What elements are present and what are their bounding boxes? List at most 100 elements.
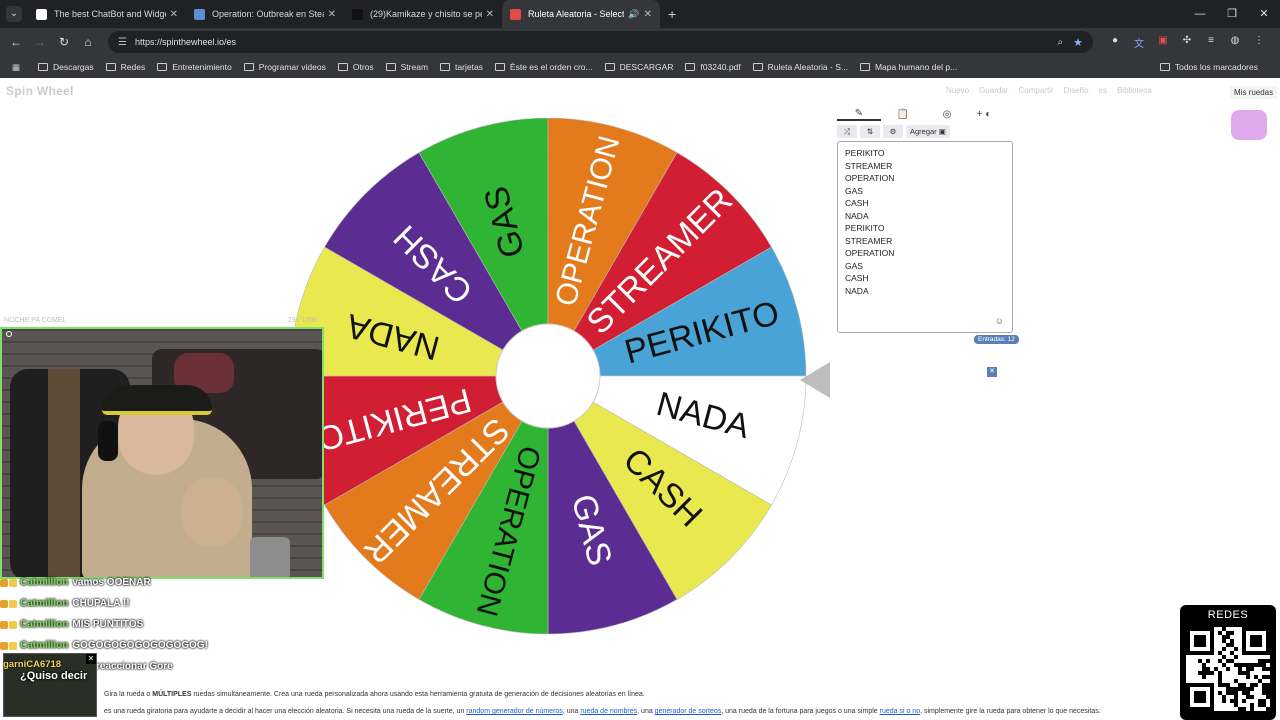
wheel-center-hub[interactable] [495, 323, 601, 429]
menu-item-3[interactable]: Diseño [1064, 86, 1089, 95]
tab-close-icon[interactable]: ✕ [170, 9, 178, 20]
site-logo[interactable]: Spin Wheel [6, 84, 74, 98]
mascot-image [1231, 110, 1267, 140]
qr-module [1202, 671, 1206, 675]
tab-3[interactable]: Ruleta Aleatoria - Selector F🔊 ✕ [502, 0, 660, 28]
bookmark-0[interactable]: Descargas [38, 62, 94, 72]
menu-item-0[interactable]: Nuevo [946, 86, 969, 95]
close-window-icon[interactable]: ✕ [1248, 0, 1280, 28]
address-bar[interactable]: ☰ https://spinthewheel.io/es ⌕ ★ [108, 31, 1093, 53]
tab-close-icon[interactable]: ✕ [328, 9, 336, 20]
my-wheels-button[interactable]: Mis ruedas [1230, 86, 1278, 99]
bookmark-10[interactable]: Ruleta Aleatoria - S... [752, 62, 848, 72]
tab-close-icon[interactable]: ✕ [644, 9, 652, 20]
chat-text: GOGOGOGOGOGOGOGOG! [72, 640, 208, 651]
qr-module [1230, 651, 1234, 655]
bookmark-3[interactable]: Programar videos [243, 62, 326, 72]
site-info-icon[interactable]: ☰ [118, 37, 127, 48]
menu-kebab-icon[interactable]: ⋮ [1247, 35, 1271, 50]
qr-module [1246, 663, 1250, 667]
tab-favicon-icon [510, 8, 521, 20]
bookmark-8[interactable]: DESCARGAR [604, 62, 673, 72]
bookmark-1[interactable]: Redes [105, 62, 145, 72]
bookmark-9[interactable]: f03240.pdf [685, 62, 741, 72]
bookmark-2[interactable]: Entretenimiento [157, 62, 232, 72]
results-tab-clipboard-icon[interactable]: 📋 [881, 109, 925, 120]
home-icon[interactable]: ⌂ [76, 35, 100, 49]
folder-icon [105, 63, 116, 71]
tab-1[interactable]: Operation: Outbreak en Steam ✕ [186, 0, 344, 28]
chat-user: Catmillion [20, 640, 69, 651]
link-yes-no-wheel[interactable]: rueda si o no [880, 708, 920, 715]
bookmark-6[interactable]: tarjetas [440, 62, 483, 72]
close-icon[interactable]: ✕ [987, 367, 997, 377]
zoom-icon[interactable]: ⌕ [1058, 37, 1064, 48]
folder-icon [752, 63, 763, 71]
spin-wheel[interactable]: PERIKITONADACASHGASOPERATIONSTREAMERPERI… [290, 118, 820, 648]
qr-module [1234, 647, 1238, 651]
edit-tab-pencil-icon[interactable]: ✎ [837, 108, 881, 121]
extension-icon-2[interactable]: ▣ [1151, 35, 1175, 50]
qr-module [1230, 631, 1234, 635]
qr-module [1266, 707, 1270, 711]
link-number-generator[interactable]: random generador de números [466, 708, 563, 715]
qr-module [1246, 667, 1250, 671]
add-wheel-icon[interactable]: + ◐ [969, 109, 999, 120]
qr-module [1258, 699, 1262, 703]
qr-module [1246, 675, 1250, 679]
qr-module [1210, 671, 1214, 675]
qr-module [1218, 675, 1222, 679]
translate-icon[interactable]: 文 [1127, 35, 1151, 50]
menu-item-1[interactable]: Guardar [979, 86, 1008, 95]
forward-icon[interactable]: → [28, 35, 52, 49]
link-raffle-generator[interactable]: generador de sorteos [655, 708, 722, 715]
all-bookmarks[interactable]: Todos los marcadores [1159, 56, 1258, 78]
qr-module [1202, 667, 1206, 671]
qr-module [1222, 647, 1226, 651]
bookmark-5[interactable]: Stream [385, 62, 429, 72]
menu-item-5[interactable]: Biblioteca [1117, 86, 1152, 95]
profile-icon[interactable]: ◍ [1223, 35, 1247, 50]
qr-module [1226, 683, 1230, 687]
tab-2[interactable]: (29)Kamikaze y chisito se pelea ✕ [344, 0, 502, 28]
extensions-puzzle-icon[interactable]: ✣ [1175, 35, 1199, 50]
audio-icon[interactable]: 🔊 [628, 9, 639, 20]
qr-module [1262, 703, 1266, 707]
entries-textarea[interactable]: PERIKITO STREAMER OPERATION GAS CASH NADA PERI… [837, 141, 1013, 333]
chat-user: Catmillion [20, 577, 69, 588]
entry-line: PERIKITO [845, 223, 885, 233]
entry-line: PERIKITO [845, 148, 885, 158]
bookmark-star-icon[interactable]: ★ [1073, 36, 1083, 49]
extension-icon-1[interactable]: ● [1103, 35, 1127, 50]
menu-item-2[interactable]: Compartir [1018, 86, 1053, 95]
sort-icon[interactable]: ⇅ [860, 125, 880, 138]
minimize-icon[interactable]: — [1184, 0, 1216, 28]
bookmark-7[interactable]: Éste es el orden cro... [494, 62, 593, 72]
qr-module [1258, 663, 1262, 667]
bookmark-11[interactable]: Mapa humano del p... [859, 62, 957, 72]
bookmark-label: Stream [400, 62, 429, 72]
reload-icon[interactable]: ↻ [52, 35, 76, 49]
apps-grid-icon[interactable]: ▦ [4, 62, 28, 73]
tab-0[interactable]: The best ChatBot and Widgets ✕ [28, 0, 186, 28]
qr-module [1230, 687, 1234, 691]
back-icon[interactable]: ← [4, 35, 28, 49]
tab-title: Ruleta Aleatoria - Selector F [528, 9, 625, 19]
tab-search-icon[interactable]: ⌄ [6, 6, 22, 22]
emoji-icon[interactable]: ☺ [995, 316, 1004, 326]
qr-module [1234, 691, 1238, 695]
link-name-wheel[interactable]: rueda de nombres [580, 708, 637, 715]
menu-item-4[interactable]: es [1099, 86, 1107, 95]
new-tab-button[interactable]: + [668, 6, 676, 22]
media-icon[interactable]: ≡ [1199, 35, 1223, 50]
tab-close-icon[interactable]: ✕ [486, 9, 494, 20]
settings-icon[interactable]: ⚙ [883, 125, 903, 138]
qr-module [1234, 699, 1238, 703]
bookmark-4[interactable]: Otros [337, 62, 374, 72]
add-image-label: Agregar [910, 127, 937, 136]
shuffle-icon[interactable]: ⤮ [837, 125, 857, 138]
add-image-button[interactable]: Agregar ▣ [906, 125, 950, 138]
qr-module [1198, 659, 1202, 663]
hide-tab-eye-slash-icon[interactable]: ◎ [925, 109, 969, 120]
restore-icon[interactable]: ❐ [1216, 0, 1248, 28]
